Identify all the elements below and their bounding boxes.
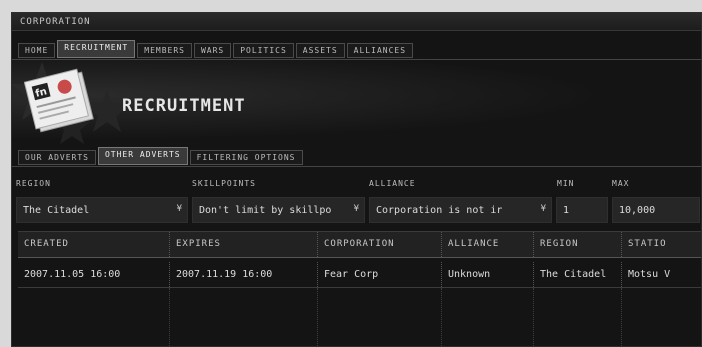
alliance-select[interactable]: Corporation is not ir ¥ xyxy=(369,197,552,223)
column-expires[interactable]: EXPIRES xyxy=(170,232,318,257)
region-label: REGION xyxy=(16,179,51,188)
column-corporation[interactable]: CORPORATION xyxy=(318,232,442,257)
cell-region: The Citadel xyxy=(534,262,622,287)
max-label: MAX xyxy=(612,179,630,188)
cell-corporation: Fear Corp xyxy=(318,262,442,287)
region-value: The Citadel xyxy=(23,205,90,216)
chevron-down-icon: ¥ xyxy=(176,204,182,214)
tab-politics[interactable]: POLITICS xyxy=(233,43,294,58)
chevron-down-icon: ¥ xyxy=(353,204,359,214)
tab-home[interactable]: HOME xyxy=(18,43,56,58)
skillpoints-label: SKILLPOINTS xyxy=(192,179,256,188)
chevron-down-icon: ¥ xyxy=(540,204,546,214)
main-tab-bar: HOME RECRUITMENT MEMBERS WARS POLITICS A… xyxy=(18,40,414,58)
cell-station: Motsu V xyxy=(622,262,701,287)
corporation-document-icon: fn xyxy=(24,68,94,133)
min-label: MIN xyxy=(557,179,575,188)
table-row[interactable]: 2007.11.05 16:00 2007.11.19 16:00 Fear C… xyxy=(18,262,701,288)
filter-row: The Citadel ¥ Don't limit by skillpo ¥ C… xyxy=(12,197,701,227)
empty-rows-area xyxy=(18,288,701,346)
alliance-value: Corporation is not ir xyxy=(376,205,503,216)
skillpoints-value: Don't limit by skillpo xyxy=(199,205,332,216)
tab-wars[interactable]: WARS xyxy=(193,43,232,58)
sub-tab-divider xyxy=(12,166,701,167)
page-title: RECRUITMENT xyxy=(122,96,246,116)
region-select[interactable]: The Citadel ¥ xyxy=(16,197,188,223)
page-header: fn RECRUITMENT xyxy=(12,60,701,148)
filter-labels: REGION SKILLPOINTS ALLIANCE MIN MAX xyxy=(12,177,701,191)
tab-other-adverts[interactable]: OTHER ADVERTS xyxy=(97,147,188,165)
tab-filtering-options[interactable]: FILTERING OPTIONS xyxy=(189,150,303,165)
tab-our-adverts[interactable]: OUR ADVERTS xyxy=(18,150,96,165)
skillpoints-select[interactable]: Don't limit by skillpo ¥ xyxy=(192,197,365,223)
tab-members[interactable]: MEMBERS xyxy=(137,43,192,58)
alliance-label: ALLIANCE xyxy=(369,179,416,188)
sub-tab-bar: OUR ADVERTS OTHER ADVERTS FILTERING OPTI… xyxy=(18,147,303,165)
tab-recruitment[interactable]: RECRUITMENT xyxy=(57,40,136,58)
cell-alliance: Unknown xyxy=(442,262,534,287)
column-alliance[interactable]: ALLIANCE xyxy=(442,232,534,257)
column-station[interactable]: STATIO xyxy=(622,232,701,257)
tab-alliances[interactable]: ALLIANCES xyxy=(346,43,414,58)
corporation-window: CORPORATION HOME RECRUITMENT MEMBERS WAR… xyxy=(11,12,702,347)
column-created[interactable]: CREATED xyxy=(18,232,170,257)
column-region[interactable]: REGION xyxy=(534,232,622,257)
tab-assets[interactable]: ASSETS xyxy=(295,43,345,58)
window-title[interactable]: CORPORATION xyxy=(12,13,701,31)
cell-created: 2007.11.05 16:00 xyxy=(18,262,170,287)
cell-expires: 2007.11.19 16:00 xyxy=(170,262,318,287)
table-header: CREATED EXPIRES CORPORATION ALLIANCE REG… xyxy=(18,232,701,258)
adverts-table: CREATED EXPIRES CORPORATION ALLIANCE REG… xyxy=(18,231,701,346)
max-input[interactable]: 10,000 xyxy=(612,197,700,223)
min-input[interactable]: 1 xyxy=(556,197,608,223)
